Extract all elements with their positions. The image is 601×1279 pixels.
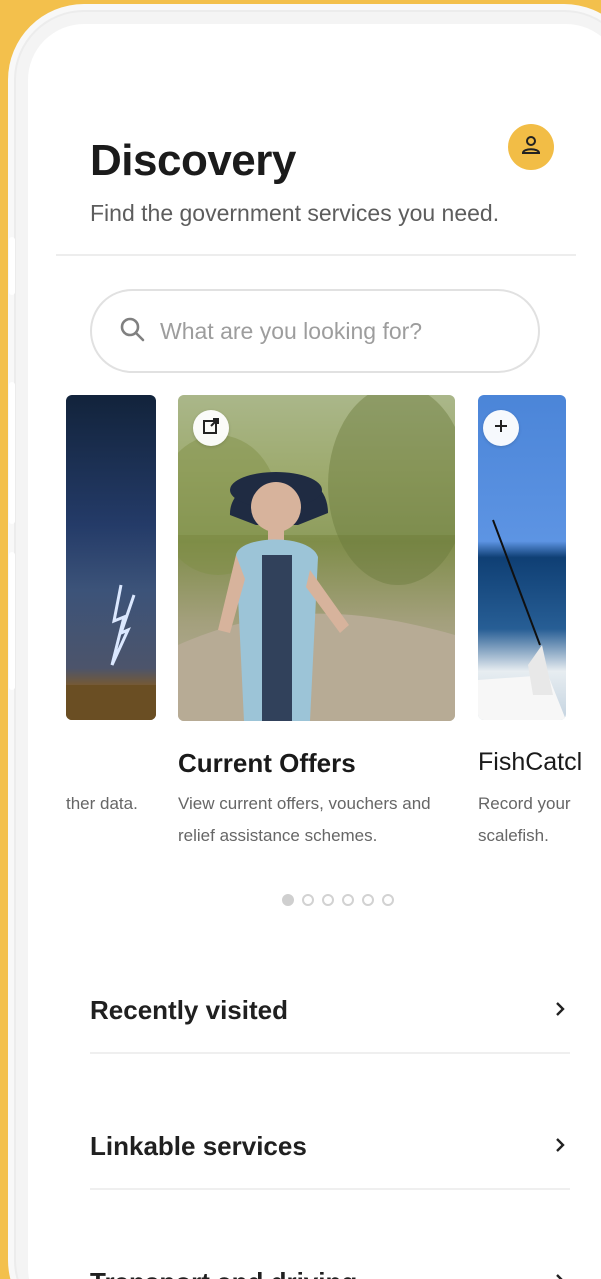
carousel-card-image[interactable] [66,395,156,720]
pagination-dot[interactable] [302,894,314,906]
search-input[interactable] [158,316,492,346]
header-divider [56,254,576,256]
list-item-transport-driving[interactable]: Transport and driving [90,1240,570,1279]
pagination-dot-active[interactable] [282,894,294,906]
external-link-icon [201,416,221,441]
carousel-card-description: scalefish. [478,826,549,845]
profile-avatar-button[interactable] [508,124,554,170]
search-bar[interactable] [90,289,540,373]
pagination-dot[interactable] [322,894,334,906]
page-subtitle: Find the government services you need. [90,200,500,226]
list-item-label: Linkable services [90,1130,307,1161]
carousel-card-title: FishCatcl [478,748,583,776]
carousel-card-description: Record your [478,794,571,813]
card-external-link-button[interactable] [193,410,229,446]
pagination-dot[interactable] [382,894,394,906]
chevron-right-icon [550,995,570,1026]
screenshot-stage: Discovery Find the government services y… [0,0,601,1279]
pagination-dot[interactable] [342,894,354,906]
chevron-right-icon [550,1131,570,1162]
carousel-card-title: Current Offers [178,748,356,778]
carousel-pagination [282,894,394,906]
carousel-card-image[interactable] [478,395,566,720]
pagination-dot[interactable] [362,894,374,906]
list-item-recently-visited[interactable]: Recently visited [90,968,570,1052]
card-add-button[interactable] [483,410,519,446]
phone-side-button [9,382,15,524]
phone-side-button [9,552,15,690]
plus-icon [491,416,511,441]
list-divider [90,1188,570,1190]
list-item-linkable-services[interactable]: Linkable services [90,1104,570,1188]
page-title: Discovery [90,136,296,185]
list-item-label: Transport and driving [90,1267,357,1279]
carousel-card-description: ther data. [66,794,138,813]
carousel-card-description: relief assistance schemes. [178,826,378,845]
carousel-card-image[interactable] [178,395,455,721]
list-divider [90,1052,570,1054]
services-carousel[interactable]: ther data. Current Offers View current o… [28,392,601,892]
phone-screen: Discovery Find the government services y… [28,24,601,1279]
search-icon [118,315,146,348]
user-icon [519,133,543,162]
phone-side-button [9,237,15,295]
carousel-card-description: View current offers, vouchers and [178,794,431,813]
list-item-label: Recently visited [90,994,288,1025]
chevron-right-icon [550,1267,570,1279]
